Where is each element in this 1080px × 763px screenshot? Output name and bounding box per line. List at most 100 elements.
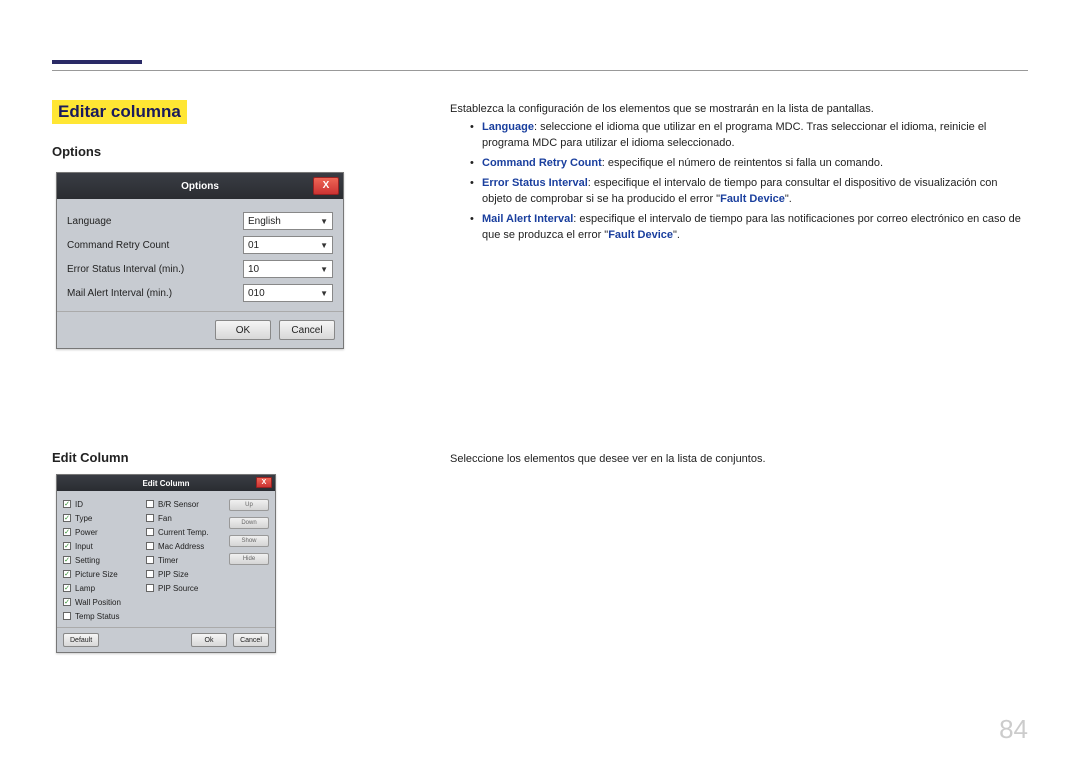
checkbox-item[interactable]: ✓ Lamp [63, 581, 146, 595]
page-number: 84 [999, 714, 1028, 745]
ok-button[interactable]: Ok [191, 633, 227, 647]
editcolumn-heading: Edit Column [52, 450, 129, 465]
checkbox-icon[interactable] [146, 528, 154, 536]
chevron-down-icon: ▼ [320, 241, 328, 250]
options-heading: Options [52, 144, 101, 159]
editcolumn-col2: B/R Sensor Fan Current Temp. Mac Address Tim… [146, 497, 229, 623]
header-accent-bar [52, 60, 142, 64]
checkbox-item[interactable]: PIP Size [146, 567, 229, 581]
checkbox-icon[interactable]: ✓ [63, 556, 71, 564]
checkbox-icon[interactable] [146, 500, 154, 508]
checkbox-label: Current Temp. [158, 528, 209, 537]
dropdown-mail-interval[interactable]: 010 ▼ [243, 284, 333, 302]
row-language: Language English ▼ [67, 209, 333, 233]
checkbox-item[interactable]: ✓ Setting [63, 553, 146, 567]
ok-button[interactable]: OK [215, 320, 271, 340]
editcolumn-dialog-title: Edit Column X [57, 475, 275, 491]
checkbox-icon[interactable]: ✓ [63, 514, 71, 522]
down-button[interactable]: Down [229, 517, 269, 529]
section-title: Editar columna [52, 100, 187, 124]
header-rule [52, 70, 1028, 71]
up-button[interactable]: Up [229, 499, 269, 511]
close-button[interactable]: X [313, 177, 339, 195]
checkbox-label: Fan [158, 514, 172, 523]
row-error-interval: Error Status Interval (min.) 10 ▼ [67, 257, 333, 281]
chevron-down-icon: ▼ [320, 265, 328, 274]
checkbox-item[interactable]: Current Temp. [146, 525, 229, 539]
editcolumn-body: ✓ID✓Type✓Power✓Input✓Setting✓Picture Siz… [57, 491, 275, 627]
checkbox-item[interactable]: Timer [146, 553, 229, 567]
cancel-button[interactable]: Cancel [279, 320, 335, 340]
checkbox-label: PIP Size [158, 570, 189, 579]
term-command-retry: Command Retry Count [482, 157, 602, 169]
checkbox-label: PIP Source [158, 584, 198, 593]
checkbox-label: Temp Status [75, 612, 119, 621]
checkbox-item[interactable]: ✓ Input [63, 539, 146, 553]
show-button[interactable]: Show [229, 535, 269, 547]
default-button[interactable]: Default [63, 633, 99, 647]
checkbox-icon[interactable] [146, 584, 154, 592]
checkbox-item[interactable]: B/R Sensor [146, 497, 229, 511]
checkbox-item[interactable]: ✓ID [63, 497, 146, 511]
term-mail-alert: Mail Alert Interval [482, 213, 573, 225]
term-language: Language [482, 121, 534, 133]
dropdown-error-interval[interactable]: 10 ▼ [243, 260, 333, 278]
term-error-status: Error Status Interval [482, 177, 588, 189]
editcolumn-text: Seleccione los elementos que desee ver e… [450, 453, 1028, 465]
checkbox-icon[interactable]: ✓ [63, 500, 71, 508]
checkbox-icon[interactable] [63, 612, 71, 620]
bullet-command-retry: Command Retry Count: especifique el núme… [470, 156, 1028, 172]
options-dialog-body: Language English ▼ Command Retry Count 0… [57, 199, 343, 311]
checkbox-icon[interactable]: ✓ [63, 570, 71, 578]
checkbox-icon[interactable]: ✓ [63, 598, 71, 606]
checkbox-label: Picture Size [75, 570, 118, 579]
fault-device-1: Fault Device [720, 193, 785, 205]
fault-device-2: Fault Device [608, 229, 673, 241]
checkbox-label: Type [75, 514, 92, 523]
row-retry: Command Retry Count 01 ▼ [67, 233, 333, 257]
editcolumn-col1: ✓ID✓Type✓Power✓Input✓Setting✓Picture Siz… [63, 497, 146, 623]
checkbox-label: B/R Sensor [158, 500, 199, 509]
checkbox-item[interactable]: ✓ Power [63, 525, 146, 539]
row-mail-interval: Mail Alert Interval (min.) 010 ▼ [67, 281, 333, 305]
checkbox-icon[interactable] [146, 542, 154, 550]
checkbox-label: Timer [158, 556, 178, 565]
close-button[interactable]: X [256, 477, 272, 488]
checkbox-item[interactable]: ✓ Type [63, 511, 146, 525]
checkbox-item[interactable]: PIP Source [146, 581, 229, 595]
chevron-down-icon: ▼ [320, 217, 328, 226]
hide-button[interactable]: Hide [229, 553, 269, 565]
chevron-down-icon: ▼ [320, 289, 328, 298]
options-dialog-title: Options X [57, 173, 343, 199]
editcolumn-dialog: Edit Column X ✓ID✓Type✓Power✓Input✓Setti… [56, 474, 276, 653]
checkbox-label: Lamp [75, 584, 95, 593]
checkbox-item[interactable]: ✓Wall Position [63, 595, 146, 609]
checkbox-item[interactable]: Mac Address [146, 539, 229, 553]
editcolumn-footer: Default Ok Cancel [57, 627, 275, 652]
bullet-error-status: Error Status Interval: especifique el in… [470, 176, 1028, 208]
checkbox-icon[interactable]: ✓ [63, 542, 71, 550]
checkbox-label: Power [75, 528, 98, 537]
checkbox-icon[interactable] [146, 556, 154, 564]
label-error-interval: Error Status Interval (min.) [67, 264, 243, 275]
label-retry: Command Retry Count [67, 240, 243, 251]
options-dialog-footer: OK Cancel [57, 311, 343, 348]
cancel-button[interactable]: Cancel [233, 633, 269, 647]
bullet-mail-alert: Mail Alert Interval: especifique el inte… [470, 212, 1028, 244]
checkbox-label: Mac Address [158, 542, 204, 551]
checkbox-item[interactable]: ✓ Picture Size [63, 567, 146, 581]
options-dialog: Options X Language English ▼ Command Ret… [56, 172, 344, 349]
checkbox-item[interactable]: Temp Status [63, 609, 146, 623]
checkbox-icon[interactable] [146, 570, 154, 578]
dropdown-retry[interactable]: 01 ▼ [243, 236, 333, 254]
checkbox-label: Input [75, 542, 93, 551]
checkbox-icon[interactable] [146, 514, 154, 522]
checkbox-label: Setting [75, 556, 100, 565]
dropdown-language[interactable]: English ▼ [243, 212, 333, 230]
checkbox-icon[interactable]: ✓ [63, 528, 71, 536]
checkbox-item[interactable]: Fan [146, 511, 229, 525]
bullet-language: Language: seleccione el idioma que utili… [470, 120, 1028, 152]
checkbox-icon[interactable]: ✓ [63, 584, 71, 592]
label-language: Language [67, 216, 243, 227]
label-mail-interval: Mail Alert Interval (min.) [67, 288, 243, 299]
